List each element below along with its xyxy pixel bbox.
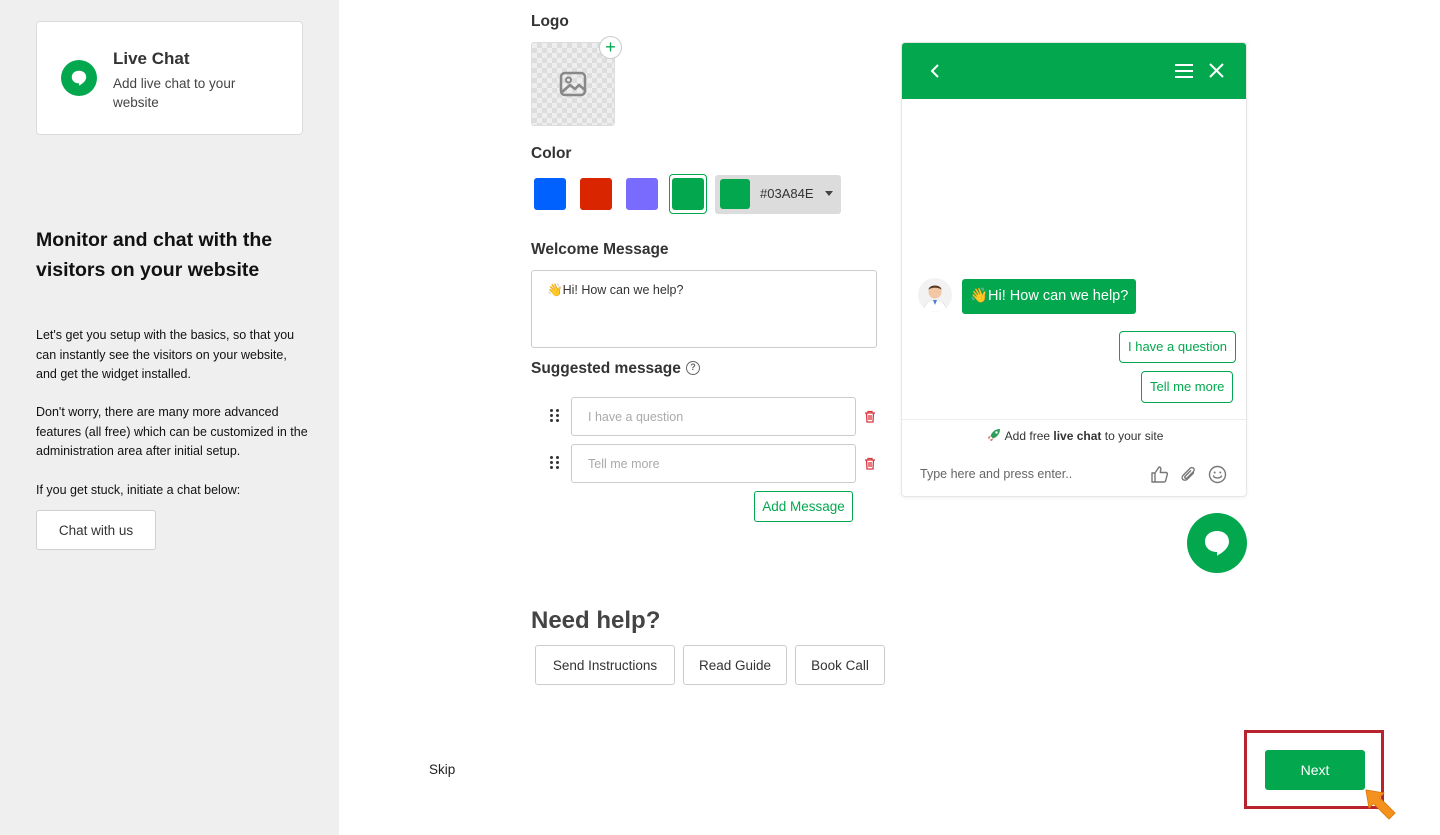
help-icon[interactable]: ? xyxy=(686,361,700,375)
suggested-message-input-1[interactable] xyxy=(571,397,856,436)
chat-bubble-icon xyxy=(1205,531,1229,556)
need-help-title: Need help? xyxy=(531,607,661,634)
drag-handle-icon[interactable] xyxy=(550,409,560,423)
send-instructions-button[interactable]: Send Instructions xyxy=(535,645,675,685)
skip-link[interactable]: Skip xyxy=(429,762,455,777)
powered-bold: live chat xyxy=(1053,429,1102,443)
caret-down-icon xyxy=(825,191,833,196)
stuck-paragraph: If you get stuck, initiate a chat below: xyxy=(36,483,241,497)
color-swatch-blue[interactable] xyxy=(534,178,566,210)
color-swatch-green[interactable] xyxy=(672,178,704,210)
add-message-button[interactable]: Add Message xyxy=(754,491,853,522)
powered-by-text[interactable]: Add free live chat to your site xyxy=(986,427,1163,443)
widget-message-input[interactable]: Type here and press enter.. xyxy=(920,467,1072,481)
quick-reply-question[interactable]: I have a question xyxy=(1119,331,1237,363)
divider xyxy=(902,419,1246,420)
sidebar-heading: Monitor and chat with the visitors on yo… xyxy=(36,229,273,281)
rocket-icon xyxy=(988,429,1000,441)
color-swatch-red[interactable] xyxy=(580,178,612,210)
product-card: Live Chat Add live chat to your website xyxy=(36,21,303,135)
product-description: Add live chat to your website xyxy=(113,76,236,110)
hex-value: #03A84E xyxy=(760,186,814,201)
powered-prefix: Add free xyxy=(1004,429,1054,443)
trash-icon[interactable] xyxy=(864,457,876,470)
agent-avatar xyxy=(918,278,952,312)
intro-paragraph: Let's get you setup with the basics, so … xyxy=(36,328,295,381)
chat-with-us-button[interactable]: Chat with us xyxy=(36,510,156,550)
drag-handle-icon[interactable] xyxy=(550,456,560,470)
quick-reply-tell-more[interactable]: Tell me more xyxy=(1141,371,1234,403)
book-call-button[interactable]: Book Call xyxy=(795,645,885,685)
suggested-message-label: Suggested message xyxy=(531,360,681,377)
chat-bubble-icon xyxy=(61,60,97,96)
logo-label: Logo xyxy=(531,13,569,30)
emoji-icon[interactable] xyxy=(1208,465,1227,484)
widget-header xyxy=(902,43,1246,99)
chat-widget-preview: 👋Hi! How can we help? I have a question … xyxy=(901,42,1247,497)
menu-icon[interactable] xyxy=(1175,64,1193,78)
image-placeholder-icon xyxy=(559,71,587,97)
paperclip-icon[interactable] xyxy=(1180,465,1198,484)
welcome-message-input[interactable]: 👋Hi! How can we help? xyxy=(531,270,877,348)
color-label: Color xyxy=(531,145,572,162)
powered-suffix: to your site xyxy=(1101,429,1164,443)
close-icon[interactable] xyxy=(1209,63,1224,78)
next-button[interactable]: Next xyxy=(1265,750,1365,790)
thumbs-up-icon[interactable] xyxy=(1150,465,1169,484)
back-arrow-icon[interactable] xyxy=(930,63,940,79)
color-swatch-purple[interactable] xyxy=(626,178,658,210)
read-guide-button[interactable]: Read Guide xyxy=(683,645,787,685)
current-color-chip xyxy=(720,179,750,209)
add-logo-icon[interactable]: + xyxy=(599,36,622,59)
sidebar: Live Chat Add live chat to your website … xyxy=(0,0,339,835)
suggested-message-input-2[interactable] xyxy=(571,444,856,483)
chat-launcher-button[interactable] xyxy=(1187,513,1247,573)
trash-icon[interactable] xyxy=(864,410,876,423)
product-title: Live Chat xyxy=(113,49,190,68)
welcome-message-label: Welcome Message xyxy=(531,241,669,258)
features-paragraph: Don't worry, there are many more advance… xyxy=(36,405,308,458)
greeting-bubble: 👋Hi! How can we help? xyxy=(962,279,1137,314)
pointer-arrow-icon xyxy=(1365,789,1396,820)
custom-color-picker[interactable]: #03A84E xyxy=(715,175,841,214)
